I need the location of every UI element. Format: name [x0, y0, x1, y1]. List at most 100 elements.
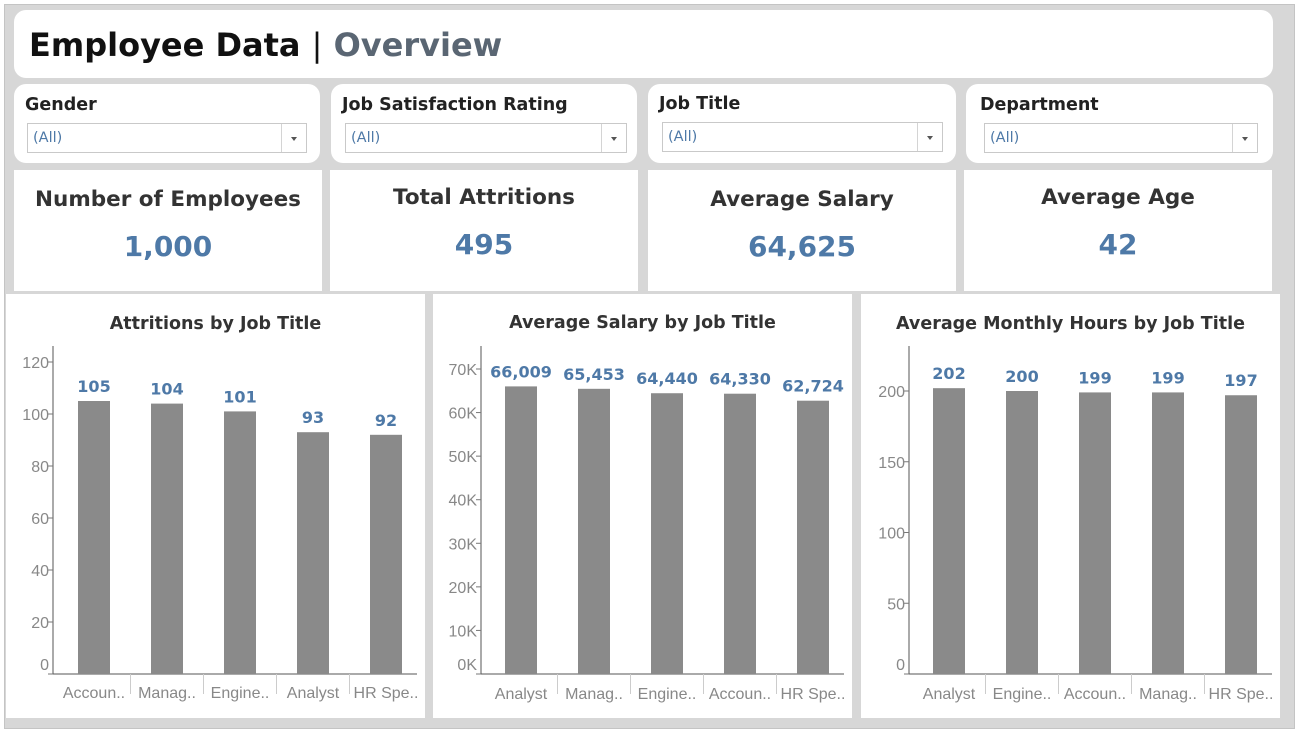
- bar-2: [151, 403, 183, 674]
- y-tick-label: 60K: [449, 406, 478, 423]
- data-label: 62,724: [782, 377, 844, 396]
- data-label: 199: [1078, 368, 1111, 387]
- y-tick-label: 20K: [449, 580, 478, 597]
- category-label: HR Spe..: [354, 685, 419, 702]
- bar-1: [933, 388, 965, 674]
- title-separator: |: [311, 26, 323, 64]
- data-label: 104: [150, 380, 183, 399]
- y-tick-label: 200: [878, 384, 905, 401]
- bar-1: [505, 386, 537, 674]
- y-tick-label: 80: [31, 459, 49, 476]
- job-title-dropdown[interactable]: (All): [662, 122, 943, 152]
- category-label: Engine..: [211, 685, 270, 702]
- dropdown-button[interactable]: [281, 124, 306, 152]
- y-tick-label: 50: [887, 596, 905, 613]
- category-label: Analyst: [923, 686, 976, 703]
- y-tick-label: 60: [31, 511, 49, 528]
- y-tick-label: 0: [896, 657, 905, 674]
- kpi-average-age: Average Age 42: [964, 170, 1272, 291]
- job-satisfaction-dropdown[interactable]: (All): [345, 123, 627, 153]
- filter-job-title: Job Title (All): [648, 84, 956, 163]
- y-tick-label: 40K: [449, 493, 478, 510]
- y-tick-label: 0: [40, 657, 49, 674]
- page-title: Employee Data | Overview: [29, 26, 502, 64]
- category-label: Accoun..: [709, 686, 771, 703]
- bar-3: [651, 393, 683, 674]
- category-label: Accoun..: [1064, 686, 1126, 703]
- category-label: Analyst: [495, 686, 548, 703]
- title-subtitle: Overview: [333, 26, 503, 64]
- title-text: Employee Data: [29, 26, 301, 64]
- y-tick-label: 50K: [449, 449, 478, 466]
- data-label: 92: [375, 411, 397, 430]
- filter-job-satisfaction: Job Satisfaction Rating (All): [331, 84, 637, 163]
- data-label: 105: [77, 377, 110, 396]
- chart-average-salary-by-job-title: Average Salary by Job Title 0K 10K 20K 30K 4…: [433, 294, 852, 718]
- y-tick-label: 100: [878, 526, 905, 543]
- bar-4: [297, 432, 329, 674]
- bar-1: [78, 401, 110, 674]
- y-tick-label: 40: [31, 563, 49, 580]
- kpi-label: Average Salary: [710, 187, 894, 212]
- bar-5: [1225, 395, 1257, 674]
- y-tick-label: 150: [878, 455, 905, 472]
- dropdown-button[interactable]: [601, 124, 626, 152]
- y-tick-label: 20: [31, 615, 49, 632]
- filter-label: Department: [980, 95, 1099, 115]
- data-label: 101: [223, 387, 256, 406]
- dropdown-button[interactable]: [1232, 124, 1257, 152]
- title-banner: Employee Data | Overview: [14, 10, 1273, 78]
- bar-2: [1006, 391, 1038, 674]
- data-label: 66,009: [490, 362, 552, 381]
- category-label: Manag..: [565, 686, 623, 703]
- category-label: HR Spe..: [1209, 686, 1274, 703]
- kpi-total-attritions: Total Attritions 495: [330, 170, 638, 291]
- dropdown-value: (All): [668, 129, 698, 145]
- filter-department: Department (All): [966, 84, 1273, 163]
- filter-gender: Gender (All): [14, 84, 320, 163]
- y-tick-label: 0K: [457, 657, 477, 674]
- kpi-label: Number of Employees: [35, 187, 301, 212]
- data-label: 199: [1151, 368, 1184, 387]
- bar-5: [370, 434, 402, 674]
- kpi-label: Average Age: [1041, 185, 1195, 210]
- data-label: 64,440: [636, 369, 698, 388]
- kpi-value: 64,625: [747, 230, 857, 263]
- dropdown-value: (All): [990, 130, 1020, 146]
- data-label: 197: [1224, 371, 1257, 390]
- y-tick-label: 30K: [449, 536, 478, 553]
- data-label: 202: [932, 364, 965, 383]
- y-tick-label: 100: [22, 407, 49, 424]
- data-label: 64,330: [709, 370, 771, 389]
- kpi-value: 42: [1098, 228, 1138, 261]
- category-label: Manag..: [138, 685, 196, 702]
- filter-label: Gender: [25, 95, 97, 115]
- chart-attritions-by-job-title: Attritions by Job Title 0 20 40 60 80 100 120 1…: [6, 294, 425, 718]
- category-label: Accoun..: [63, 685, 125, 702]
- chevron-down-icon: [291, 137, 297, 141]
- department-dropdown[interactable]: (All): [984, 123, 1258, 153]
- category-label: Engine..: [993, 686, 1052, 703]
- monthly-hours-chart-svg: 0 50 100 150 200 202 Analyst 200 Engine.. 199 Acco…: [878, 346, 1274, 703]
- kpi-average-salary: Average Salary 64,625: [648, 170, 956, 291]
- bar-5: [797, 400, 829, 674]
- filter-label: Job Satisfaction Rating: [342, 95, 568, 115]
- chart-average-monthly-hours-by-job-title: Average Monthly Hours by Job Title 0 50 10…: [861, 294, 1280, 718]
- bar-2: [578, 388, 610, 674]
- attritions-chart-svg: 0 20 40 60 80 100 120 105 Accoun.. 104 Manag.. 101 E…: [22, 346, 419, 702]
- chevron-down-icon: [927, 136, 933, 140]
- kpi-value: 1,000: [123, 230, 213, 263]
- kpi-number-of-employees: Number of Employees 1,000: [14, 170, 322, 291]
- dropdown-button[interactable]: [917, 123, 942, 151]
- y-tick-label: 70K: [449, 362, 478, 379]
- category-label: Manag..: [1139, 686, 1197, 703]
- data-label: 200: [1005, 367, 1038, 386]
- salary-chart-svg: 0K 10K 20K 30K 40K 50K 60K 70K 66,009 Analyst 65,4…: [449, 346, 846, 703]
- dropdown-value: (All): [351, 130, 381, 146]
- chevron-down-icon: [1242, 137, 1248, 141]
- category-label: HR Spe..: [781, 686, 846, 703]
- bar-3: [224, 411, 256, 674]
- bar-3: [1079, 392, 1111, 674]
- gender-dropdown[interactable]: (All): [27, 123, 307, 153]
- category-label: Engine..: [638, 686, 697, 703]
